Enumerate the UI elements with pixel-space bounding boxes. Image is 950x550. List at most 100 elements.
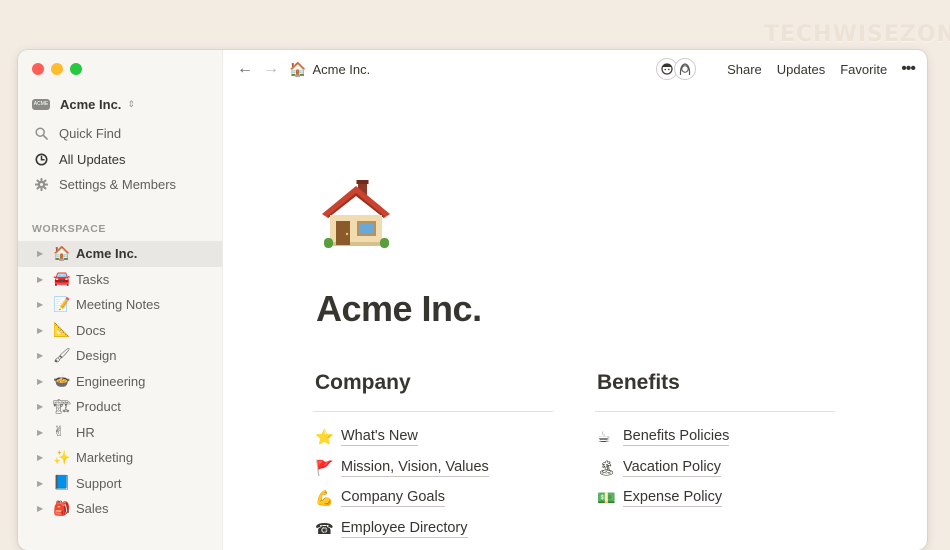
page-link-label[interactable]: Company Goals (341, 489, 445, 508)
peace-hand-icon: ✌ (53, 424, 65, 441)
topbar-actions: Share Updates Favorite ••• (656, 50, 916, 88)
pot-icon: 🍲 (53, 373, 71, 390)
book-icon: 📘 (53, 475, 71, 492)
sidebar-page-label: Marketing (76, 450, 134, 466)
expand-caret-icon[interactable]: ▶ (37, 300, 49, 309)
benefits-column: Benefits ☕ Benefits Policies 🏝 Vacation … (595, 371, 835, 514)
avatar (674, 58, 697, 80)
flag-icon: 🚩 (315, 458, 334, 477)
page-link-label[interactable]: Mission, Vision, Values (341, 459, 489, 477)
back-arrow-icon[interactable]: ← (237, 60, 253, 78)
crane-icon: 🏗 (53, 398, 71, 415)
sidebar-page-label: Engineering (76, 373, 146, 389)
sidebar-item-all-updates[interactable]: All Updates (18, 147, 222, 173)
sidebar-item-settings[interactable]: Settings & Members (18, 172, 222, 198)
more-options-icon[interactable]: ••• (901, 60, 916, 78)
watermark: TECHWISEZONE (764, 22, 950, 47)
flexed-arm-icon: 💪 (315, 489, 334, 508)
expand-caret-icon[interactable]: ▶ (37, 402, 49, 411)
page-link-label[interactable]: Employee Directory (341, 520, 468, 538)
favorite-button[interactable]: Favorite (840, 62, 887, 77)
workspace-name: Acme Inc. (60, 96, 122, 112)
page-link-label[interactable]: Vacation Policy (623, 459, 722, 477)
collaborator-avatars[interactable] (656, 58, 697, 80)
sidebar-page-label: Tasks (76, 271, 110, 287)
page-title[interactable]: Acme Inc. (316, 288, 482, 330)
search-icon (34, 127, 48, 141)
expand-caret-icon[interactable]: ▶ (37, 326, 49, 335)
island-icon: 🏝 (597, 458, 617, 477)
coffee-icon: ☕ (597, 428, 611, 447)
forward-arrow-icon[interactable]: → (263, 60, 279, 78)
page-link-label[interactable]: What's New (341, 428, 418, 447)
history-nav: ← → (237, 60, 279, 78)
page-link-mission[interactable]: 🚩 Mission, Vision, Values (313, 453, 553, 484)
sidebar-nav: Quick Find All Updates Settings & Member… (18, 121, 222, 198)
sidebar-page-product[interactable]: ▶ 🏗 Product (18, 394, 222, 420)
page-link-company-goals[interactable]: 💪 Company Goals (313, 483, 553, 514)
sidebar-page-hr[interactable]: ▶ ✌ HR (18, 420, 222, 446)
chevron-updown-icon: ⇕ (127, 98, 135, 109)
main-content: ← → 🏠 Acme Inc. Share Updates Favorite •… (223, 50, 927, 550)
sidebar-page-label: Support (76, 475, 122, 491)
house-icon: 🏠 (289, 60, 307, 77)
minimize-window-button[interactable] (51, 63, 63, 75)
sidebar-item-label: All Updates (59, 151, 126, 167)
page-icon-house[interactable] (318, 178, 394, 254)
sidebar-page-marketing[interactable]: ▶ ✨ Marketing (18, 445, 222, 471)
expand-caret-icon[interactable]: ▶ (37, 453, 49, 462)
expand-caret-icon[interactable]: ▶ (37, 275, 49, 284)
car-icon: 🚘 (53, 271, 71, 288)
expand-caret-icon[interactable]: ▶ (37, 249, 49, 258)
telephone-icon: ☎ (315, 519, 334, 538)
sidebar-item-label: Settings & Members (59, 177, 177, 193)
sidebar-page-label: Docs (76, 322, 106, 338)
expand-caret-icon[interactable]: ▶ (37, 479, 49, 488)
sidebar-page-label: HR (76, 424, 95, 440)
sidebar-page-label: Meeting Notes (76, 297, 160, 313)
window-controls (32, 63, 82, 75)
star-icon: ⭐ (315, 428, 334, 447)
sidebar-page-sales[interactable]: ▶ 🎒 Sales (18, 496, 222, 522)
sidebar-page-label: Acme Inc. (76, 246, 138, 262)
expand-caret-icon[interactable]: ▶ (37, 428, 49, 437)
company-column: Company ⭐ What's New 🚩 Mission, Vision, … (313, 371, 553, 544)
sidebar: ACME Acme Inc. ⇕ Quick Find All Updates (18, 50, 223, 550)
sidebar-page-label: Product (76, 399, 121, 415)
backpack-icon: 🎒 (53, 500, 71, 517)
sidebar-page-tasks[interactable]: ▶ 🚘 Tasks (18, 267, 222, 293)
page-link-expense-policy[interactable]: 💵 Expense Policy (595, 483, 835, 514)
workspace-switcher[interactable]: ACME Acme Inc. ⇕ (32, 94, 135, 114)
sidebar-page-docs[interactable]: ▶ 📐 Docs (18, 318, 222, 344)
sidebar-page-acme[interactable]: ▶ 🏠 Acme Inc. (18, 241, 222, 267)
sidebar-item-quick-find[interactable]: Quick Find (18, 121, 222, 147)
page-link-label[interactable]: Benefits Policies (623, 428, 730, 447)
share-button[interactable]: Share (727, 62, 762, 77)
page-link-vacation-policy[interactable]: 🏝 Vacation Policy (595, 453, 835, 484)
page-link-label[interactable]: Expense Policy (623, 489, 723, 508)
breadcrumb[interactable]: 🏠 Acme Inc. (289, 61, 370, 78)
topbar: ← → 🏠 Acme Inc. Share Updates Favorite •… (223, 50, 927, 88)
sparkles-icon: ✨ (53, 449, 71, 466)
updates-button[interactable]: Updates (777, 62, 825, 77)
sidebar-page-engineering[interactable]: ▶ 🍲 Engineering (18, 369, 222, 395)
page-link-benefits-policies[interactable]: ☕ Benefits Policies (595, 422, 835, 453)
maximize-window-button[interactable] (70, 63, 82, 75)
sidebar-page-label: Sales (76, 501, 109, 517)
page-link-whats-new[interactable]: ⭐ What's New (313, 422, 553, 453)
expand-caret-icon[interactable]: ▶ (37, 377, 49, 386)
column-heading[interactable]: Company (313, 371, 553, 401)
sidebar-page-support[interactable]: ▶ 📘 Support (18, 471, 222, 497)
sidebar-page-meeting-notes[interactable]: ▶ 📝 Meeting Notes (18, 292, 222, 318)
paintbrush-icon: 🖌 (53, 347, 71, 364)
expand-caret-icon[interactable]: ▶ (37, 504, 49, 513)
sidebar-page-label: Design (76, 348, 117, 364)
page-link-employee-directory[interactable]: ☎ Employee Directory (313, 514, 553, 545)
close-window-button[interactable] (32, 63, 44, 75)
column-heading[interactable]: Benefits (595, 371, 835, 401)
sidebar-page-design[interactable]: ▶ 🖌 Design (18, 343, 222, 369)
breadcrumb-label: Acme Inc. (312, 61, 371, 77)
expand-caret-icon[interactable]: ▶ (37, 351, 49, 360)
app-window: ACME Acme Inc. ⇕ Quick Find All Updates (18, 50, 927, 550)
money-icon: 💵 (597, 489, 616, 508)
